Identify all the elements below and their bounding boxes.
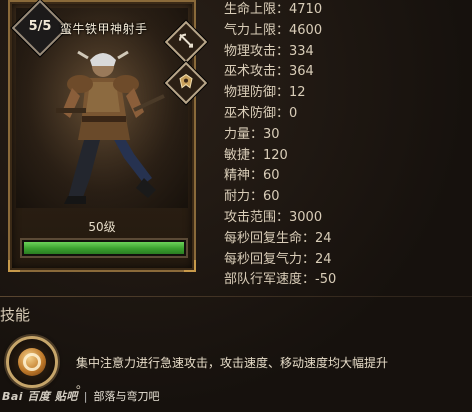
watermark: Bai 百度 贴吧 | 部落与弯刀吧 [2,385,159,407]
skill-icon[interactable] [6,336,58,388]
rank-badge-text: 5/5 [28,19,52,34]
stat-item: 敏捷：120 [224,147,288,163]
stat-item: 巫术攻击：364 [224,64,314,80]
watermark-logo: Bai 百度 贴吧 [2,390,78,403]
stat-item: 力量：30 [224,126,280,142]
skill-desc-line: 集中注意力进行急速攻击，攻击速度、移动速度均大幅提升 [76,356,389,370]
skill-icon-ring [23,353,41,371]
section-divider [0,296,472,297]
health-bar-fill [24,242,184,254]
unit-level: 50级 [88,220,116,234]
skills-title: 技能 [0,306,31,324]
stat-item: 物理防御：12 [224,85,306,101]
unit-info-panel: 5/5 蛮牛铁甲神射手 50级 生命上限：4710 气力上限：4600 物理攻击… [0,0,472,412]
health-bar [20,238,188,258]
watermark-source: 部落与弯刀吧 [93,390,160,403]
stat-item: 生命上限：4710 [224,2,323,17]
stats-list: 生命上限：4710 气力上限：4600 物理攻击：334 巫术攻击：364 物理… [224,0,472,291]
stat-item: 每秒回复气力：24 [224,251,332,267]
stat-item: 气力上限：4600 [224,22,323,38]
stat-item: 部队行军速度：-50 [224,272,337,288]
watermark-separator: | [83,389,88,403]
skill-description: 集中注意力进行急速攻击，攻击速度、移动速度均大幅提升 。 [76,348,466,390]
unit-card: 5/5 蛮牛铁甲神射手 50级 [8,0,208,272]
stat-item: 巫术防御：0 [224,105,298,121]
stat-item: 每秒回复生命：24 [224,230,332,246]
stat-item: 精神：60 [224,168,280,184]
stat-item: 物理攻击：334 [224,43,314,59]
stat-item: 攻击范围：3000 [224,209,323,225]
unit-name: 蛮牛铁甲神射手 [60,22,148,36]
stat-item: 耐力：60 [224,189,280,205]
